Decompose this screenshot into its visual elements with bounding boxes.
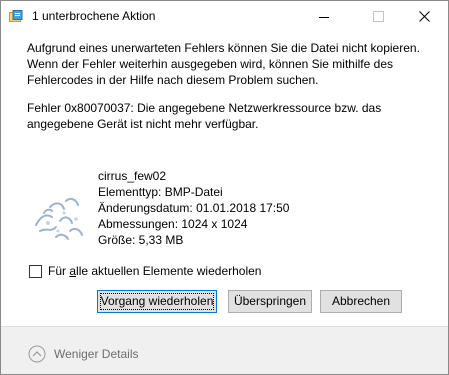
- dialog-content: Aufgrund eines unerwarteten Fehlers könn…: [1, 32, 448, 326]
- checkbox-label[interactable]: Für alle aktuellen Elemente wiederholen: [48, 264, 261, 278]
- maximize-button[interactable]: [356, 1, 402, 32]
- file-thumbnail-icon: [30, 187, 90, 247]
- dialog-window: 1 unterbrochene Aktion Aufgrund eines un…: [0, 0, 449, 375]
- file-details: cirrus_few02 Elementtyp: BMP-Datei Änder…: [98, 168, 289, 248]
- chevron-up-circle-icon[interactable]: [28, 345, 46, 363]
- close-icon: [419, 11, 430, 22]
- checkbox-box[interactable]: [29, 265, 42, 278]
- minimize-button[interactable]: [302, 1, 348, 32]
- minimize-icon: [319, 17, 329, 18]
- error-code-message: Fehler 0x80070037: Die angegebene Netzwe…: [27, 101, 382, 131]
- close-button[interactable]: [402, 1, 448, 32]
- error-message: Aufgrund eines unerwarteten Fehlers könn…: [27, 41, 420, 87]
- file-size: Größe: 5,33 MB: [98, 233, 184, 247]
- less-details-label[interactable]: Weniger Details: [54, 347, 138, 361]
- title-bar[interactable]: 1 unterbrochene Aktion: [1, 1, 448, 32]
- window-title: 1 unterbrochene Aktion: [32, 9, 156, 23]
- maximize-icon: [373, 11, 384, 22]
- cancel-button[interactable]: Abbrechen: [320, 290, 402, 313]
- file-type: Elementtyp: BMP-Datei: [98, 185, 223, 199]
- copy-error-icon: [9, 10, 23, 23]
- retry-button[interactable]: Vorgang wiederholen: [97, 290, 217, 313]
- file-modified: Änderungsdatum: 01.01.2018 17:50: [98, 201, 290, 215]
- skip-button[interactable]: Überspringen: [228, 290, 312, 313]
- file-name: cirrus_few02: [98, 169, 167, 183]
- file-dimensions: Abmessungen: 1024 x 1024: [98, 217, 248, 231]
- dialog-footer: Weniger Details: [1, 326, 448, 374]
